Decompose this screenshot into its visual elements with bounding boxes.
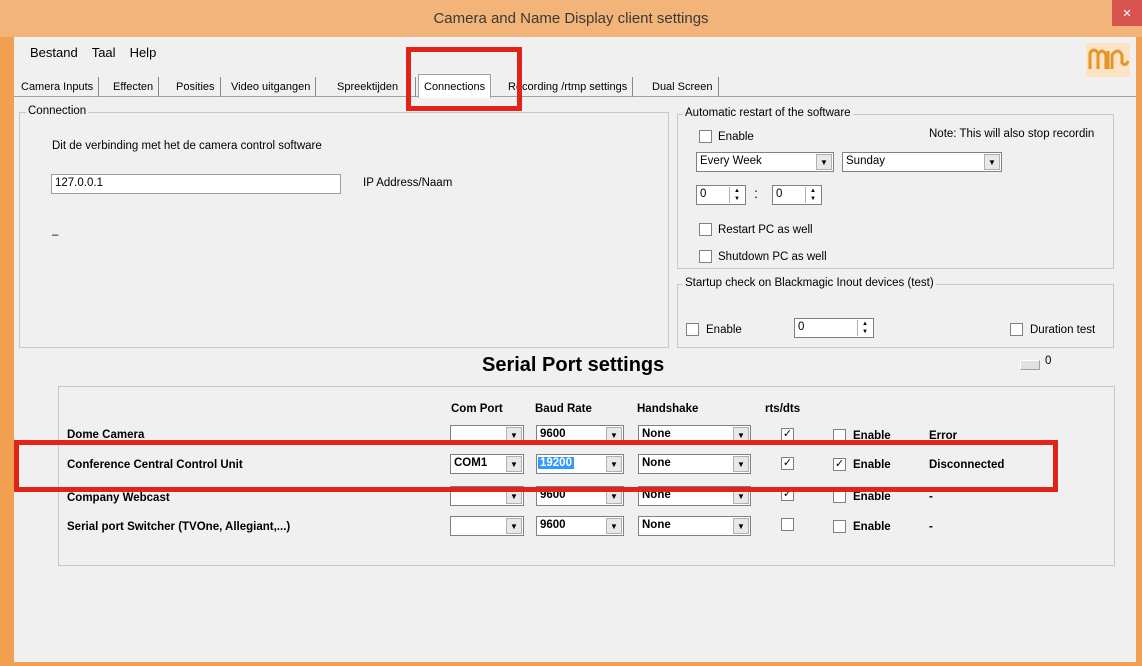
restart-day-select[interactable]: Sunday ▼ bbox=[842, 152, 1002, 172]
restart-enable-label: Enable bbox=[718, 131, 754, 143]
header-rts-dts: rts/dts bbox=[765, 403, 801, 415]
com-port-select-switcher[interactable]: ▼ bbox=[450, 516, 524, 536]
row-name-serial-switcher: Serial port Switcher (TVOne, Allegiant,.… bbox=[67, 521, 291, 533]
chevron-down-icon: ▼ bbox=[733, 518, 749, 534]
connection-legend: Connection bbox=[26, 105, 89, 117]
restart-note: Note: This will also stop recordin bbox=[929, 128, 1095, 140]
duration-test-checkbox[interactable] bbox=[1010, 323, 1023, 336]
baud-rate-select-switcher[interactable]: 9600 ▼ bbox=[536, 516, 624, 536]
auto-restart-legend: Automatic restart of the software bbox=[683, 107, 853, 119]
duration-test-label: Duration test bbox=[1030, 324, 1096, 336]
handshake-select-switcher[interactable]: None ▼ bbox=[638, 516, 751, 536]
serial-port-heading: Serial Port settings bbox=[482, 354, 665, 376]
tab-spreektijden[interactable]: Spreektijden bbox=[332, 77, 416, 97]
tab-dual-screen[interactable]: Dual Screen bbox=[647, 77, 719, 97]
tab-posities[interactable]: Posities bbox=[171, 77, 221, 97]
brand-logo-icon bbox=[1086, 43, 1130, 77]
counter-value: 0 bbox=[1045, 355, 1052, 367]
tab-camera-inputs[interactable]: Camera Inputs bbox=[16, 77, 100, 97]
app-window: Camera and Name Display client settings … bbox=[0, 0, 1142, 666]
tab-video-uitgangen[interactable]: Video uitgangen bbox=[226, 77, 317, 97]
blackmagic-enable-checkbox[interactable] bbox=[686, 323, 699, 336]
header-com-port: Com Port bbox=[451, 403, 503, 415]
ip-address-input[interactable]: 127.0.0.1 bbox=[51, 174, 341, 194]
blackmagic-group: Startup check on Blackmagic Inout device… bbox=[677, 277, 1114, 348]
restart-enable-checkbox[interactable] bbox=[699, 130, 712, 143]
chevron-down-icon: ▼ bbox=[816, 154, 832, 170]
menu-help[interactable]: Help bbox=[130, 45, 157, 60]
blackmagic-value-spinner[interactable]: 0 ▲ ▼ bbox=[794, 318, 874, 338]
counter-button[interactable] bbox=[1020, 360, 1040, 370]
rts-checkbox-switcher[interactable] bbox=[781, 518, 794, 531]
shutdown-pc-checkbox[interactable] bbox=[699, 250, 712, 263]
time-separator: : bbox=[754, 185, 758, 201]
connection-status: – bbox=[52, 229, 59, 241]
restart-pc-checkbox[interactable] bbox=[699, 223, 712, 236]
tab-bar: Camera Inputs Effecten Posities Video ui… bbox=[14, 74, 1136, 98]
close-button[interactable]: × bbox=[1112, 0, 1142, 26]
restart-pc-label: Restart PC as well bbox=[718, 224, 813, 236]
header-baud-rate: Baud Rate bbox=[535, 403, 592, 415]
spinner-arrows-icon: ▲ ▼ bbox=[805, 187, 820, 203]
menu-taal[interactable]: Taal bbox=[92, 45, 116, 60]
spinner-arrows-icon: ▲ ▼ bbox=[857, 320, 872, 336]
chevron-down-icon: ▼ bbox=[984, 154, 1000, 170]
auto-restart-group: Automatic restart of the software Enable… bbox=[677, 107, 1114, 269]
connection-description: Dit de verbinding met het de camera cont… bbox=[52, 140, 322, 152]
status-switcher: - bbox=[929, 521, 933, 533]
menu-bar: Bestand Taal Help bbox=[14, 37, 170, 67]
tab-recording-rtmp[interactable]: Recording /rtmp settings bbox=[503, 77, 634, 97]
blackmagic-enable-label: Enable bbox=[706, 324, 742, 336]
header-handshake: Handshake bbox=[637, 403, 699, 415]
connections-tab-highlight bbox=[406, 47, 522, 111]
enable-label-switcher: Enable bbox=[853, 521, 891, 533]
restart-frequency-select[interactable]: Every Week ▼ bbox=[696, 152, 834, 172]
restart-minute-spinner[interactable]: 0 ▲ ▼ bbox=[772, 185, 822, 205]
close-icon: × bbox=[1122, 4, 1132, 22]
row-name-company-webcast: Company Webcast bbox=[67, 492, 170, 504]
enable-label-webcast: Enable bbox=[853, 491, 891, 503]
ip-address-label: IP Address/Naam bbox=[363, 177, 453, 189]
tab-effecten[interactable]: Effecten bbox=[108, 77, 160, 97]
shutdown-pc-label: Shutdown PC as well bbox=[718, 251, 827, 263]
restart-hour-spinner[interactable]: 0 ▲ ▼ bbox=[696, 185, 746, 205]
chevron-down-icon: ▼ bbox=[506, 518, 522, 534]
conference-row-highlight bbox=[14, 440, 1058, 492]
title-bar[interactable]: Camera and Name Display client settings … bbox=[0, 0, 1142, 37]
menu-bestand[interactable]: Bestand bbox=[30, 45, 78, 60]
window-title: Camera and Name Display client settings bbox=[433, 10, 709, 27]
connection-group: Connection Dit de verbinding met het de … bbox=[19, 105, 669, 348]
status-webcast: - bbox=[929, 491, 933, 503]
blackmagic-legend: Startup check on Blackmagic Inout device… bbox=[683, 277, 936, 289]
client-area: Bestand Taal Help Camera Inputs Effecten… bbox=[14, 37, 1136, 662]
chevron-down-icon: ▼ bbox=[606, 518, 622, 534]
enable-checkbox-switcher[interactable] bbox=[833, 520, 846, 533]
spinner-arrows-icon: ▲ ▼ bbox=[729, 187, 744, 203]
